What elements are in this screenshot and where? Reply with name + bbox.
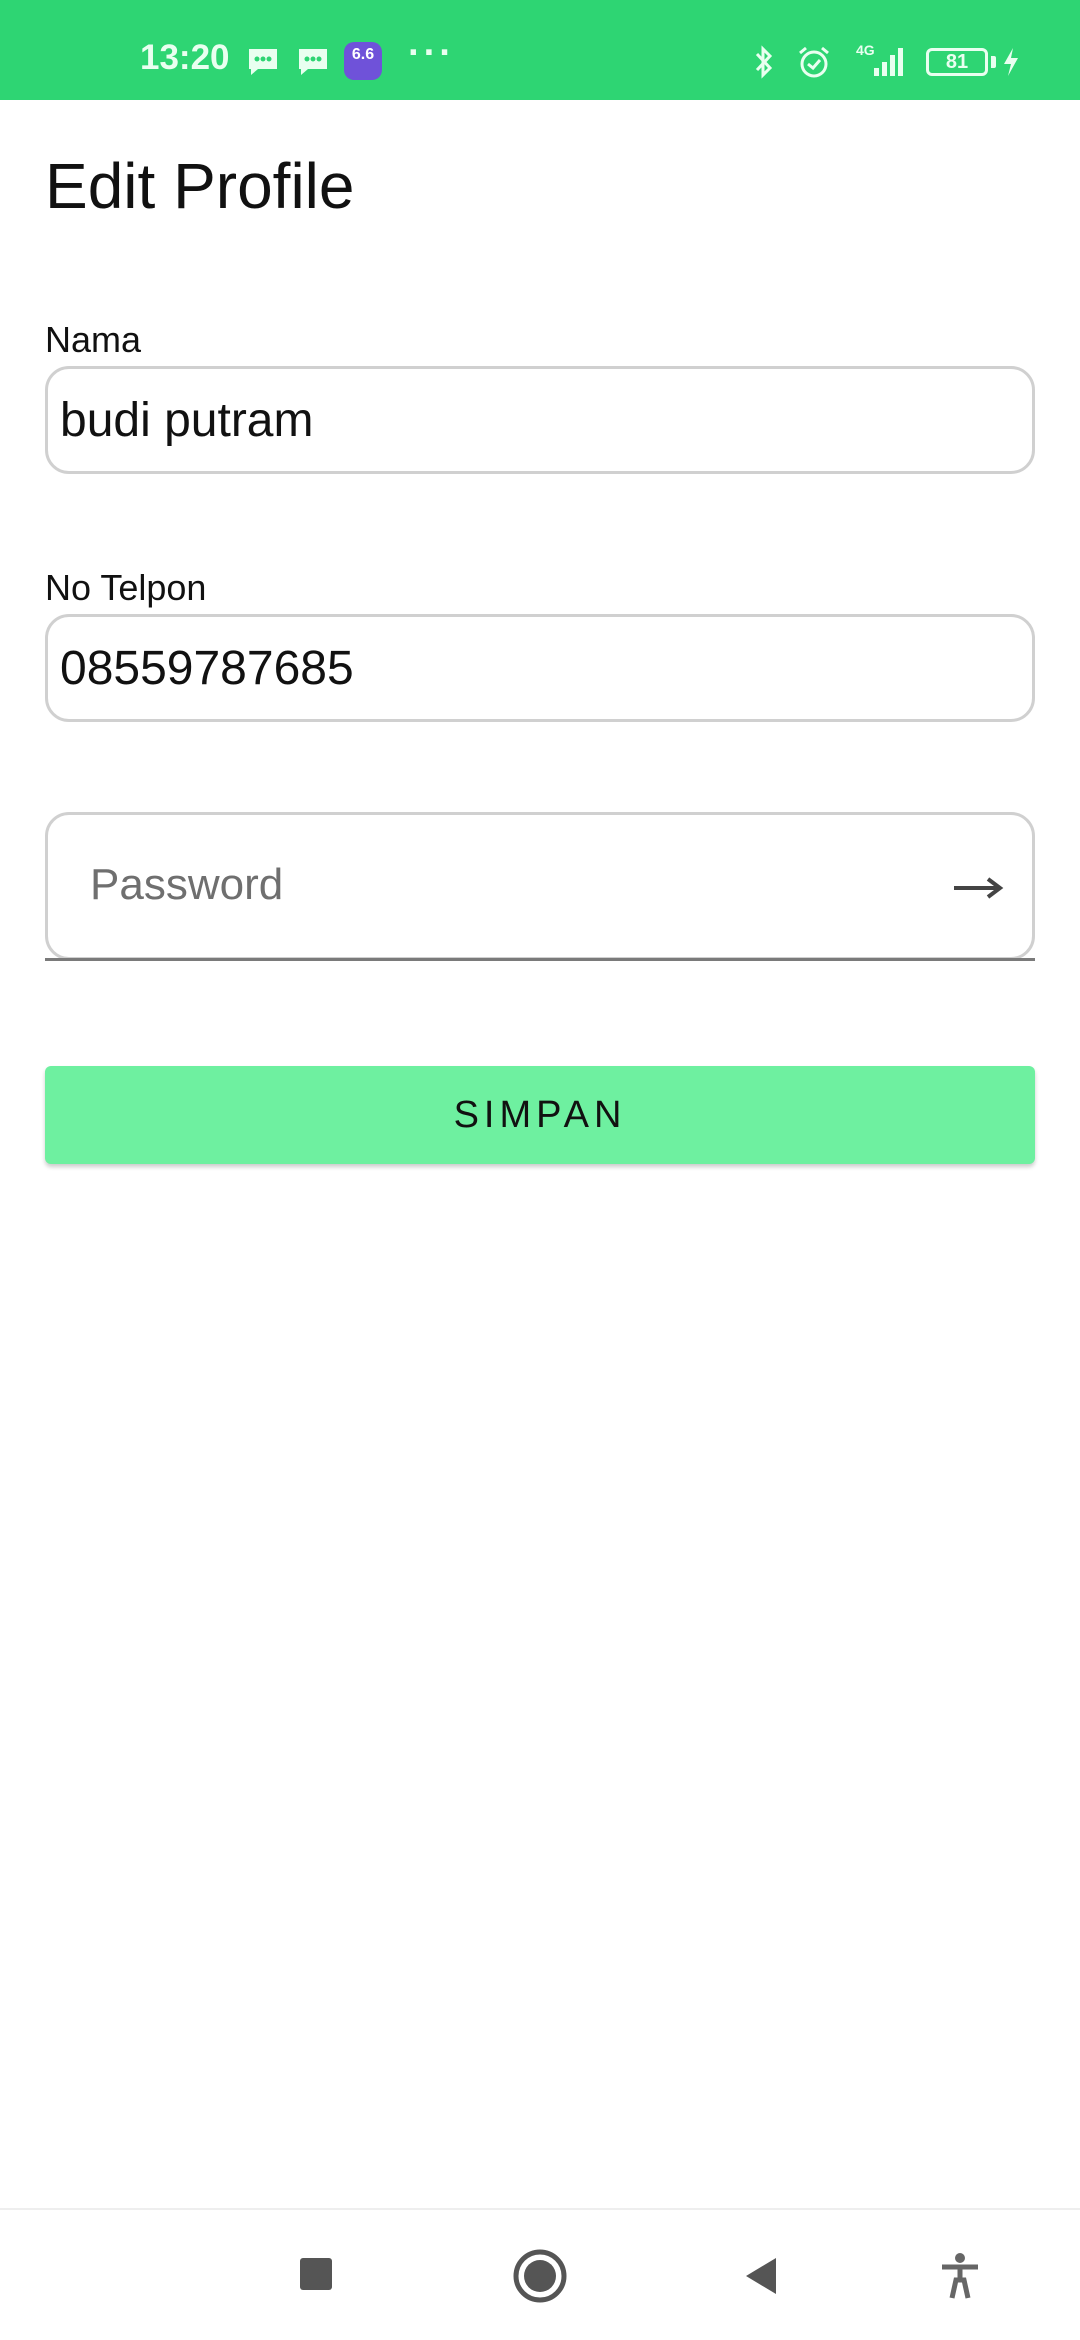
accessibility-icon[interactable] — [938, 2252, 982, 2300]
status-time: 13:20 — [140, 38, 230, 77]
message-icon — [299, 49, 327, 75]
bluetooth-icon — [755, 45, 773, 79]
battery-level: 81 — [945, 51, 969, 73]
arrow-right-icon[interactable] — [948, 863, 1008, 913]
signal-icon — [874, 48, 903, 76]
app-badge-text: 6.6 — [351, 46, 375, 63]
phone-field[interactable]: 08559787685 — [45, 614, 1035, 722]
charging-icon — [1004, 48, 1018, 76]
back-icon[interactable] — [740, 2254, 780, 2298]
battery-tip — [991, 56, 996, 68]
status-bar: 13:20 6.6 ··· 4G 81 — [0, 0, 1080, 100]
app-badge-icon: 6.6 — [344, 42, 382, 80]
battery-icon: 81 — [926, 48, 988, 76]
password-underline — [45, 958, 1035, 961]
navigation-bar — [0, 2208, 1080, 2340]
recents-icon[interactable] — [296, 2254, 336, 2294]
name-field[interactable]: budi putram — [45, 366, 1035, 474]
message-icon — [249, 49, 277, 75]
password-placeholder: Password — [90, 860, 284, 909]
alarm-icon — [799, 46, 829, 78]
name-label: Nama — [45, 319, 142, 360]
more-notifications-indicator: ··· — [408, 32, 455, 74]
phone-label: No Telpon — [45, 567, 207, 608]
home-icon[interactable] — [512, 2248, 568, 2304]
save-button[interactable]: SIMPAN — [45, 1066, 1035, 1164]
page-title: Edit Profile — [45, 150, 355, 222]
password-field[interactable]: Password — [45, 812, 1035, 960]
